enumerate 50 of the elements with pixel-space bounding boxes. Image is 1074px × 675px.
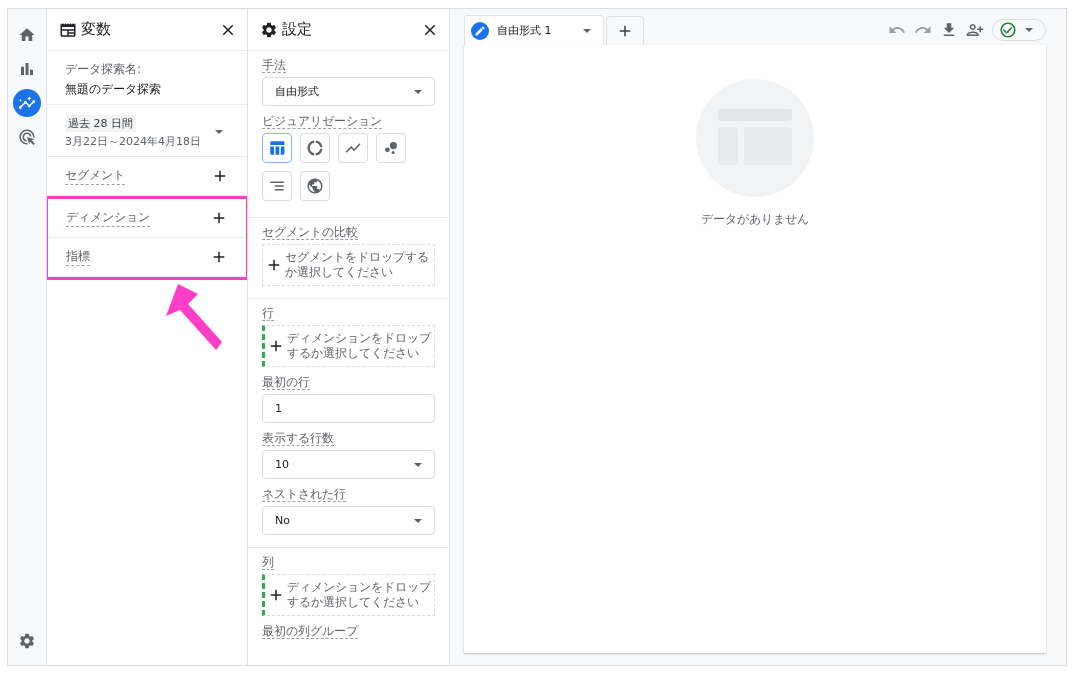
nested-rows-select[interactable]: No bbox=[262, 506, 435, 535]
explore-name-label: データ探索名: bbox=[65, 61, 143, 78]
gear-icon bbox=[260, 20, 278, 39]
dropdown-icon bbox=[414, 462, 422, 467]
tab[interactable]: 自由形式 1 bbox=[464, 15, 604, 45]
scatter-chart-button[interactable] bbox=[376, 133, 406, 163]
geo-chart-button[interactable] bbox=[300, 171, 330, 201]
donut-chart-icon bbox=[306, 139, 324, 157]
variable-label[interactable]: セグメント bbox=[65, 167, 125, 185]
segment-drop-zone[interactable]: セグメントをドロップするか選択してください bbox=[262, 244, 435, 286]
field-label: セグメントの比較 bbox=[262, 225, 358, 240]
share-user-icon[interactable] bbox=[966, 21, 984, 39]
explore-name[interactable]: 無題のデータ探索 bbox=[65, 81, 229, 98]
dropdown-icon bbox=[414, 89, 422, 94]
explore-nav-icon[interactable] bbox=[13, 89, 41, 117]
technique-select[interactable]: 自由形式 bbox=[262, 77, 435, 106]
dropdown-icon bbox=[583, 28, 591, 33]
rows-drop-zone[interactable]: ディメンションをドロップするか選択してください bbox=[262, 325, 435, 367]
field-label: ネストされた行 bbox=[262, 487, 346, 502]
bar-chart-button[interactable] bbox=[262, 171, 292, 201]
field-label: 最初の行 bbox=[262, 375, 310, 390]
first-row-input[interactable]: 1 bbox=[262, 394, 435, 423]
date-range: 3月22日～2024年4月18日 bbox=[65, 134, 201, 149]
table-chart-icon bbox=[268, 139, 286, 157]
field-label: 手法 bbox=[262, 58, 286, 73]
panel-title: 変数 bbox=[81, 20, 112, 39]
pencil-icon bbox=[471, 21, 489, 40]
drop-hint: ディメンションをドロップするか選択してください bbox=[287, 580, 432, 610]
field-label: 最初の列グループ bbox=[262, 624, 358, 639]
dropdown-icon bbox=[1025, 28, 1033, 32]
dropdown-icon[interactable] bbox=[215, 130, 223, 134]
field-label: 表示する行数 bbox=[262, 431, 334, 446]
dropdown-icon bbox=[414, 518, 422, 523]
table-chart-button[interactable] bbox=[262, 133, 292, 163]
donut-chart-button[interactable] bbox=[300, 133, 330, 163]
drop-hint: ディメンションをドロップするか選択してください bbox=[287, 331, 432, 361]
line-chart-button[interactable] bbox=[338, 133, 368, 163]
field-label: 列 bbox=[262, 555, 274, 570]
columns-drop-zone[interactable]: ディメンションをドロップするか選択してください bbox=[262, 574, 435, 616]
scatter-chart-icon bbox=[382, 139, 400, 157]
geo-chart-icon bbox=[306, 177, 324, 195]
field-label: 行 bbox=[262, 306, 274, 321]
variable-label[interactable]: ディメンション bbox=[66, 209, 150, 227]
field-label: ビジュアリゼーション bbox=[262, 114, 382, 129]
show-rows-select[interactable]: 10 bbox=[262, 450, 435, 479]
drop-hint: セグメントをドロップするか選択してください bbox=[285, 250, 430, 280]
empty-message: データがありません bbox=[701, 211, 809, 228]
date-range-chip: 過去 28 日間 bbox=[65, 115, 136, 132]
panel-title: 設定 bbox=[282, 20, 313, 39]
variable-label[interactable]: 指標 bbox=[66, 248, 90, 266]
